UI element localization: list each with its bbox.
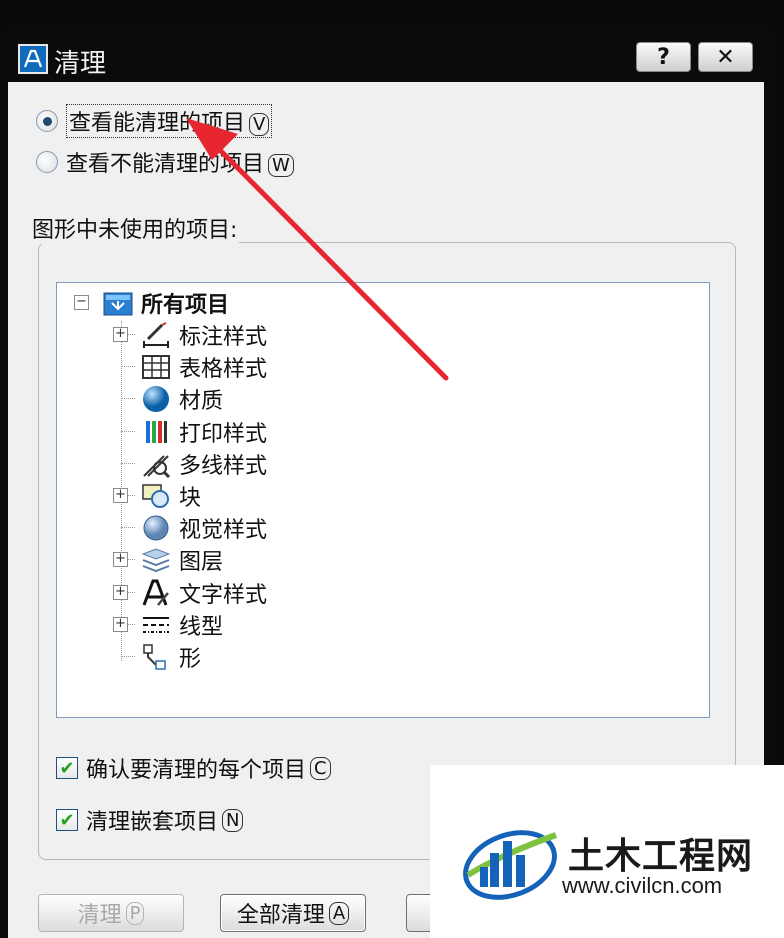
tree-item-label: 表格样式 [179, 357, 268, 383]
accel-key-v: V [249, 113, 270, 136]
tree-item-label: 图层 [179, 550, 224, 576]
collapse-toggle-root[interactable]: − [74, 295, 89, 310]
tree-item[interactable]: 标注样式 [139, 319, 267, 351]
accel-key-c: C [310, 756, 331, 780]
tree-item[interactable]: 形 [139, 641, 201, 673]
tree-item[interactable]: 多线样式 [139, 448, 267, 480]
radio-button[interactable] [36, 151, 58, 173]
watermark-url: www.civilcn.com [562, 873, 723, 898]
tree-item-label: 材质 [179, 389, 224, 415]
accel-key-w: W [268, 154, 294, 177]
layer-icon [139, 545, 173, 575]
text-style-icon [139, 578, 173, 608]
accel-key-a: A [328, 901, 350, 925]
help-button[interactable]: ? [636, 42, 691, 72]
tree-item-label: 块 [179, 486, 202, 511]
purge-all-button-label: 全部清理 [236, 903, 325, 928]
all-items-icon [101, 288, 135, 318]
radio-button-checked[interactable] [36, 110, 58, 132]
checkbox-checked[interactable]: ✔ [56, 809, 78, 831]
tree-connector [121, 366, 135, 368]
tree-item[interactable]: 打印样式 [139, 416, 267, 448]
tree-item-label: 文字样式 [179, 582, 268, 608]
tree-root-label: 所有项目 [141, 293, 230, 318]
purge-nested-label: 清理嵌套项目 [86, 810, 219, 835]
close-button[interactable]: ✕ [698, 42, 753, 72]
accel-key-n: N [222, 808, 244, 832]
tree-connector [121, 656, 135, 657]
purge-nested-checkbox-row[interactable]: ✔ 清理嵌套项目 N [56, 804, 244, 836]
plot-style-icon [139, 417, 173, 447]
visual-style-icon [139, 513, 173, 543]
purge-button-label: 清理 [77, 903, 122, 928]
confirm-each-checkbox-row[interactable]: ✔ 确认要清理的每个项目 C [56, 752, 331, 784]
expand-toggle[interactable]: + [113, 327, 128, 342]
multiline-style-icon [139, 449, 173, 479]
radio-view-nonpurgeable-label: 查看不能清理的项目 [66, 152, 265, 177]
linetype-icon [139, 610, 173, 640]
tree-connector [121, 398, 135, 400]
expand-toggle[interactable]: + [113, 488, 128, 503]
confirm-each-label: 确认要清理的每个项目 [86, 758, 307, 783]
civilcn-logo-icon [463, 830, 558, 900]
tree-connector [121, 462, 135, 464]
tree-item[interactable]: 文字样式 [139, 577, 267, 609]
checkbox-checked[interactable]: ✔ [56, 757, 78, 779]
purge-button[interactable]: 清理 P [38, 894, 184, 932]
material-icon [139, 384, 173, 414]
tree-connector [121, 527, 135, 529]
purge-all-button[interactable]: 全部清理 A [220, 894, 366, 932]
tree-item[interactable]: 图层 [139, 544, 223, 576]
tree-item[interactable]: 材质 [139, 383, 223, 415]
tree-item-label: 视觉样式 [179, 518, 268, 544]
expand-toggle[interactable]: + [113, 616, 128, 632]
radio-view-nonpurgeable[interactable]: 查看不能清理的项目 W [36, 146, 294, 178]
watermark-name: 土木工程网 [568, 836, 754, 877]
shape-icon [139, 642, 173, 672]
radio-view-purgeable[interactable]: 查看能清理的项目 V [36, 104, 273, 138]
tree-connector [121, 430, 135, 432]
tree-root-all-items[interactable]: 所有项目 [101, 287, 229, 319]
autocad-app-icon [18, 44, 48, 74]
expand-toggle[interactable]: + [113, 552, 128, 568]
group-title: 图形中未使用的项目: [30, 212, 240, 244]
dimension-style-icon [139, 320, 173, 350]
tree-item[interactable]: 表格样式 [139, 351, 267, 383]
tree-item-label: 打印样式 [179, 421, 268, 447]
tree-item[interactable]: 视觉样式 [139, 512, 267, 544]
window-title: 清理 [54, 49, 107, 79]
title-bar: 清理 ? ✕ [8, 30, 764, 82]
table-style-icon [139, 352, 173, 382]
tree-item-label: 形 [179, 647, 202, 672]
expand-toggle[interactable]: + [113, 584, 128, 600]
tree-item[interactable]: 线型 [139, 609, 223, 641]
tree-item-label: 线型 [179, 614, 224, 640]
tree-item[interactable]: 块 [139, 480, 201, 512]
unused-items-tree[interactable]: − 所有项目 标注样式 表格样式 材质 打印样式 多线样式块视觉样式 图层 文字样式 线型形 … [56, 282, 710, 718]
watermark: 土木工程网 www.civilcn.com [430, 765, 784, 938]
radio-view-purgeable-label: 查看能清理的项目 [69, 111, 246, 136]
tree-item-label: 多线样式 [179, 453, 268, 479]
block-icon [139, 481, 173, 511]
tree-item-label: 标注样式 [179, 325, 268, 350]
accel-key-p: P [125, 901, 145, 925]
